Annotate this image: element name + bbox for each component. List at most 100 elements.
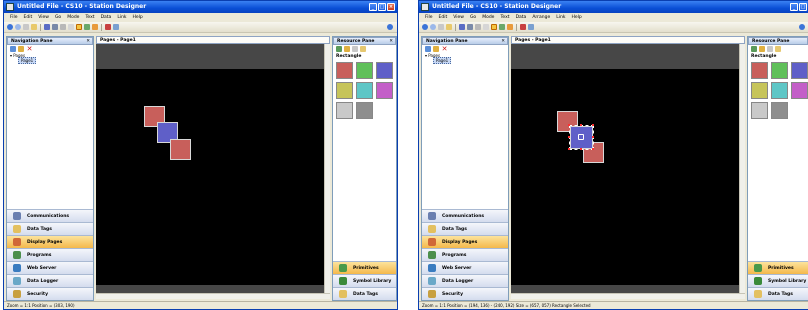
menu-text[interactable]: Text bbox=[85, 13, 94, 22]
undo-icon[interactable] bbox=[499, 24, 505, 30]
swatch-magenta[interactable] bbox=[376, 82, 393, 99]
new-page-icon[interactable] bbox=[425, 45, 431, 52]
swatch-blue[interactable] bbox=[791, 62, 808, 79]
nav-data-tags[interactable]: Data Tags bbox=[7, 222, 93, 235]
menu-go[interactable]: Go bbox=[55, 13, 61, 22]
select-tool-icon[interactable] bbox=[491, 24, 497, 30]
nav-security[interactable]: Security bbox=[422, 287, 508, 300]
forward-icon[interactable] bbox=[15, 24, 21, 30]
nav-web-server[interactable]: Web Server bbox=[422, 261, 508, 274]
nav-data-logger[interactable]: Data Logger bbox=[7, 274, 93, 287]
menu-link[interactable]: Link bbox=[117, 13, 126, 22]
res-symbol-library[interactable]: Symbol Library bbox=[333, 274, 396, 287]
nav-data-tags[interactable]: Data Tags bbox=[422, 222, 508, 235]
minimize-button[interactable]: _ bbox=[369, 3, 377, 11]
close-button[interactable]: × bbox=[387, 3, 395, 11]
resize-handle-ne[interactable] bbox=[592, 124, 594, 126]
menu-view[interactable]: View bbox=[453, 13, 464, 22]
resize-handle-e[interactable] bbox=[592, 136, 594, 138]
res-primitives[interactable]: Primitives bbox=[748, 261, 808, 274]
menu-arrange[interactable]: Arrange bbox=[532, 13, 550, 22]
swatch-magenta[interactable] bbox=[791, 82, 808, 99]
menu-file[interactable]: File bbox=[425, 13, 433, 22]
cut-icon[interactable] bbox=[475, 24, 481, 30]
back-icon[interactable] bbox=[422, 24, 428, 30]
select-tool-icon[interactable] bbox=[76, 24, 82, 30]
rectangle-shape-red-2[interactable] bbox=[170, 139, 191, 160]
cut-icon[interactable] bbox=[60, 24, 66, 30]
grid-icon[interactable] bbox=[520, 24, 526, 30]
menu-data[interactable]: Data bbox=[516, 13, 527, 22]
nav-programs[interactable]: Programs bbox=[422, 248, 508, 261]
horizontal-scrollbar[interactable] bbox=[96, 293, 330, 299]
swatch-light-gray[interactable] bbox=[751, 102, 768, 119]
forward-icon[interactable] bbox=[430, 24, 436, 30]
nav-programs[interactable]: Programs bbox=[7, 248, 93, 261]
nav-communications[interactable]: Communications bbox=[422, 209, 508, 222]
minimize-button[interactable]: _ bbox=[790, 3, 798, 11]
resize-handle-sw[interactable] bbox=[568, 148, 570, 150]
menu-file[interactable]: File bbox=[10, 13, 18, 22]
page-canvas[interactable] bbox=[96, 69, 324, 285]
save-icon[interactable] bbox=[459, 24, 465, 30]
home-icon[interactable] bbox=[352, 45, 358, 52]
swatch-cyan[interactable] bbox=[771, 82, 788, 99]
nav-display-pages[interactable]: Display Pages bbox=[7, 235, 93, 248]
menu-help[interactable]: Help bbox=[571, 13, 581, 22]
move-handle-icon[interactable] bbox=[578, 134, 584, 140]
home-icon[interactable] bbox=[767, 45, 773, 52]
page-canvas[interactable] bbox=[511, 69, 739, 285]
copy-icon[interactable] bbox=[68, 24, 74, 30]
print-icon[interactable] bbox=[52, 24, 58, 30]
line-tool-icon[interactable] bbox=[113, 24, 119, 30]
document-tab[interactable]: Pages - Page1 bbox=[511, 36, 745, 44]
menu-mode[interactable]: Mode bbox=[482, 13, 494, 22]
resize-handle-w[interactable] bbox=[568, 136, 570, 138]
swatch-cyan[interactable] bbox=[356, 82, 373, 99]
vertical-scrollbar[interactable] bbox=[324, 44, 330, 293]
back-icon[interactable] bbox=[336, 45, 342, 52]
swatch-red[interactable] bbox=[336, 62, 353, 79]
vertical-scrollbar[interactable] bbox=[739, 44, 745, 293]
help-icon[interactable] bbox=[799, 24, 805, 30]
forward-icon[interactable] bbox=[344, 45, 350, 52]
document-tab[interactable]: Pages - Page1 bbox=[96, 36, 330, 44]
swatch-dark-gray[interactable] bbox=[356, 102, 373, 119]
open-icon[interactable] bbox=[31, 24, 37, 30]
menu-view[interactable]: View bbox=[38, 13, 49, 22]
print-icon[interactable] bbox=[467, 24, 473, 30]
delete-icon[interactable]: ✕ bbox=[441, 45, 448, 52]
swatch-light-gray[interactable] bbox=[336, 102, 353, 119]
horizontal-scrollbar[interactable] bbox=[511, 293, 745, 299]
nav-communications[interactable]: Communications bbox=[7, 209, 93, 222]
tree-item-page1[interactable]: Page1 bbox=[18, 57, 37, 64]
copy-icon[interactable] bbox=[483, 24, 489, 30]
menu-help[interactable]: Help bbox=[133, 13, 143, 22]
undo-icon[interactable] bbox=[84, 24, 90, 30]
grid-icon[interactable] bbox=[105, 24, 111, 30]
up-icon[interactable] bbox=[23, 24, 29, 30]
swatch-red[interactable] bbox=[751, 62, 768, 79]
nav-display-pages[interactable]: Display Pages bbox=[422, 235, 508, 248]
menu-edit[interactable]: Edit bbox=[24, 13, 33, 22]
swatch-green[interactable] bbox=[771, 62, 788, 79]
tree-item-page1[interactable]: Page1 bbox=[433, 57, 452, 64]
line-tool-icon[interactable] bbox=[528, 24, 534, 30]
menu-mode[interactable]: Mode bbox=[67, 13, 79, 22]
open-icon[interactable] bbox=[446, 24, 452, 30]
swatch-blue[interactable] bbox=[376, 62, 393, 79]
menu-link[interactable]: Link bbox=[556, 13, 565, 22]
help-icon[interactable] bbox=[387, 24, 393, 30]
swatch-yellow[interactable] bbox=[751, 82, 768, 99]
delete-icon[interactable]: ✕ bbox=[26, 45, 33, 52]
back-icon[interactable] bbox=[751, 45, 757, 52]
menu-text[interactable]: Text bbox=[500, 13, 509, 22]
maximize-button[interactable]: □ bbox=[378, 3, 386, 11]
menu-data[interactable]: Data bbox=[101, 13, 112, 22]
res-symbol-library[interactable]: Symbol Library bbox=[748, 274, 808, 287]
forward-icon[interactable] bbox=[759, 45, 765, 52]
res-data-tags[interactable]: Data Tags bbox=[333, 287, 396, 300]
nav-web-server[interactable]: Web Server bbox=[7, 261, 93, 274]
up-icon[interactable] bbox=[438, 24, 444, 30]
folder-icon[interactable] bbox=[775, 45, 781, 52]
